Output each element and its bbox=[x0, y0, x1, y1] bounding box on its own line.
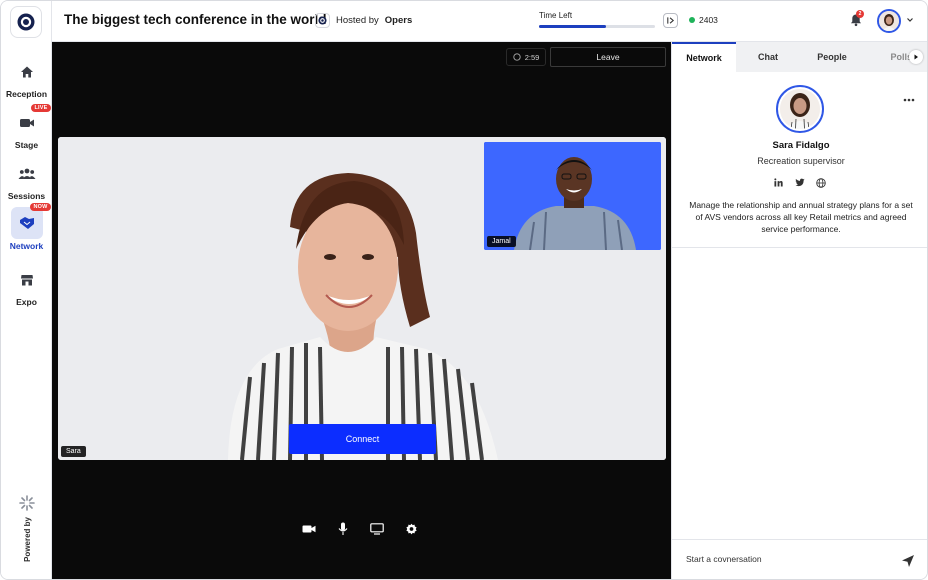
stage-area: 2:59 Leave Jamal Sara Connect bbox=[52, 42, 671, 579]
left-nav-rail: Reception LIVE Stage Sessions NOW Networ… bbox=[1, 1, 52, 579]
pip-video-feed[interactable]: Jamal bbox=[484, 142, 661, 250]
tab-polls[interactable]: Polls bbox=[864, 42, 912, 72]
chat-input[interactable] bbox=[686, 554, 886, 564]
handshake-icon bbox=[19, 217, 34, 229]
connect-button[interactable]: Connect bbox=[289, 424, 436, 454]
online-status-dot bbox=[689, 17, 695, 23]
page-title: The biggest tech conference in the world bbox=[64, 12, 327, 27]
nav-label: Reception bbox=[5, 89, 48, 99]
profile-avatar bbox=[776, 85, 824, 133]
video-camera-icon bbox=[19, 119, 34, 127]
online-count-value: 2403 bbox=[699, 15, 718, 25]
nav-item-reception[interactable]: Reception bbox=[1, 57, 52, 99]
profile-bio: Manage the relationship and annual strat… bbox=[689, 200, 913, 234]
more-options-button[interactable] bbox=[903, 91, 915, 105]
website-link[interactable] bbox=[815, 177, 826, 188]
linkedin-link[interactable] bbox=[773, 177, 784, 188]
timer-value: 2:59 bbox=[524, 52, 540, 62]
people-group-icon bbox=[18, 168, 35, 179]
nav-label: Sessions bbox=[7, 191, 46, 201]
time-left: Time Left bbox=[539, 11, 657, 28]
collapse-arrow-icon bbox=[667, 17, 675, 24]
screen-share-button[interactable] bbox=[370, 522, 384, 536]
time-left-label: Time Left bbox=[539, 11, 573, 20]
home-icon bbox=[20, 66, 33, 78]
right-panel: Network Chat People Polls Sara Fidalgo R… bbox=[671, 42, 927, 579]
settings-button[interactable] bbox=[404, 522, 418, 536]
chevron-right-icon bbox=[914, 54, 918, 60]
brand-mark-icon bbox=[19, 495, 35, 511]
globe-icon bbox=[815, 177, 826, 188]
chat-composer bbox=[672, 539, 927, 579]
settings-gear-icon bbox=[405, 523, 417, 534]
app-logo[interactable] bbox=[10, 6, 42, 38]
media-controls bbox=[302, 522, 418, 536]
online-count: 2403 bbox=[689, 15, 718, 25]
nav-item-expo[interactable]: Expo bbox=[1, 265, 52, 307]
pip-speaker-image bbox=[484, 142, 661, 250]
nav-item-sessions[interactable]: Sessions bbox=[1, 159, 52, 201]
twitter-icon bbox=[794, 178, 805, 187]
tab-chat[interactable]: Chat bbox=[736, 42, 800, 72]
hosted-by-label: Hosted by bbox=[336, 15, 379, 26]
logo-icon bbox=[17, 13, 35, 31]
speaker-name-tag: Sara bbox=[61, 446, 86, 457]
top-header: The biggest tech conference in the world… bbox=[52, 1, 927, 42]
social-links bbox=[773, 177, 826, 188]
powered-by-label: Powered by bbox=[22, 517, 32, 562]
pip-name-tag: Jamal bbox=[487, 236, 516, 247]
time-left-progress bbox=[539, 25, 655, 28]
nav-label: Expo bbox=[16, 297, 37, 307]
tab-people[interactable]: People bbox=[800, 42, 864, 72]
clock-icon bbox=[513, 53, 521, 61]
notification-badge: 2 bbox=[856, 10, 864, 18]
linkedin-icon bbox=[774, 178, 783, 187]
collapse-panel-button[interactable] bbox=[663, 13, 678, 28]
store-icon bbox=[20, 275, 33, 286]
now-badge: NOW bbox=[30, 203, 51, 211]
panel-tabs: Network Chat People Polls bbox=[672, 42, 927, 72]
profile-name: Sara Fidalgo bbox=[772, 140, 830, 151]
app-window: Reception LIVE Stage Sessions NOW Networ… bbox=[0, 0, 928, 580]
profile-photo bbox=[780, 89, 820, 129]
camera-icon bbox=[302, 525, 316, 533]
screen-share-icon bbox=[370, 523, 384, 535]
more-dots-icon bbox=[903, 98, 915, 102]
countdown-timer: 2:59 bbox=[506, 48, 546, 66]
main-video-feed: Jamal Sara Connect bbox=[58, 137, 666, 460]
section-divider bbox=[672, 247, 927, 248]
nav-item-network[interactable]: NOW Network bbox=[1, 203, 52, 251]
nav-label: Network bbox=[9, 241, 44, 251]
tab-network[interactable]: Network bbox=[672, 42, 736, 72]
powered-by: Powered by bbox=[12, 495, 42, 562]
time-left-progress-fill bbox=[539, 25, 607, 28]
microphone-icon bbox=[338, 522, 348, 535]
avatar-image bbox=[879, 11, 899, 31]
host-info: Hosted by Opers bbox=[315, 13, 412, 28]
chevron-down-icon[interactable] bbox=[906, 16, 914, 24]
nav-item-stage[interactable]: LIVE Stage bbox=[1, 104, 52, 150]
send-icon[interactable] bbox=[901, 554, 915, 568]
camera-toggle-button[interactable] bbox=[302, 522, 316, 536]
host-name: Opers bbox=[384, 15, 413, 26]
host-logo-icon bbox=[315, 13, 330, 28]
twitter-link[interactable] bbox=[794, 177, 805, 188]
leave-button[interactable]: Leave bbox=[550, 47, 666, 67]
nav-label: Stage bbox=[14, 140, 39, 150]
microphone-toggle-button[interactable] bbox=[336, 522, 350, 536]
user-avatar[interactable] bbox=[877, 9, 901, 33]
profile-role: Recreation supervisor bbox=[757, 156, 845, 166]
tabs-scroll-right-button[interactable] bbox=[909, 50, 923, 64]
live-badge: LIVE bbox=[31, 104, 51, 112]
